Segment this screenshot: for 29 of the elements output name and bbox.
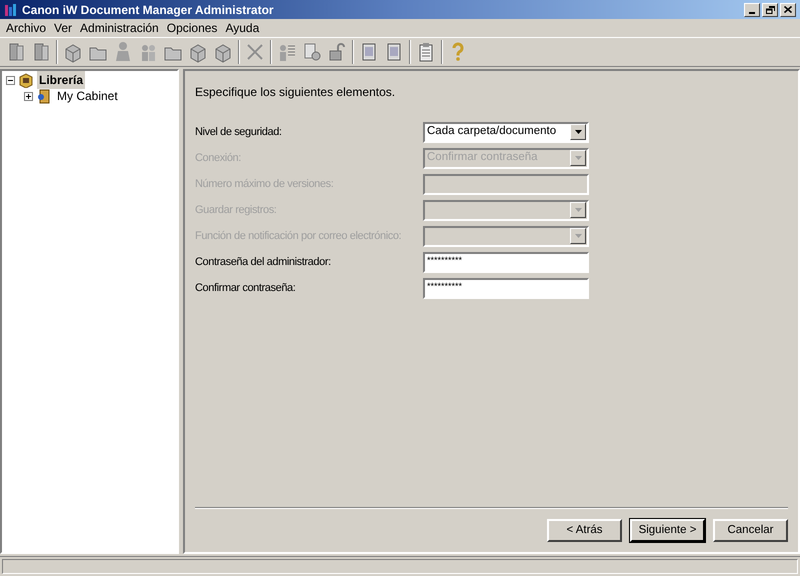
expand-icon[interactable] — [24, 92, 33, 100]
collapse-icon[interactable] — [6, 76, 15, 84]
wizard-button[interactable]: < Atrás — [547, 519, 622, 542]
input-field[interactable]: ********** — [423, 252, 589, 272]
menu-item[interactable]: Administración — [76, 19, 163, 37]
tree-item[interactable]: My Cabinet — [55, 87, 120, 105]
restore-icon — [766, 6, 774, 14]
app-icon — [4, 2, 18, 16]
instruction-text: Especifique los siguientes elementos. — [194, 84, 396, 101]
close-button[interactable] — [780, 2, 796, 16]
wizard-button[interactable]: Siguiente > — [630, 519, 705, 542]
dropdown[interactable]: Cada carpeta/documento — [423, 122, 589, 142]
field-label: Confirmar contraseña: — [195, 280, 296, 296]
field-label: Contraseña del administrador: — [195, 254, 332, 270]
wizard-button[interactable]: Cancelar — [713, 519, 788, 542]
input-field[interactable]: ********** — [423, 278, 589, 298]
tree-item[interactable]: Librería — [37, 71, 86, 89]
minimize-icon — [749, 12, 755, 14]
menu-item[interactable]: Opciones — [162, 19, 222, 37]
menu-item[interactable]: Ayuda — [221, 19, 264, 37]
library-icon — [18, 72, 34, 88]
menu-item[interactable]: Ver — [50, 19, 76, 37]
close-icon — [784, 6, 792, 13]
minimize-button[interactable] — [744, 2, 760, 16]
field-label: Nivel de seguridad: — [195, 124, 283, 140]
cabinet-icon — [36, 88, 52, 104]
restore-button[interactable] — [762, 2, 778, 16]
menu-item[interactable]: Archivo — [2, 19, 50, 37]
window-title: Canon iW Document Manager Administrator — [22, 2, 275, 18]
